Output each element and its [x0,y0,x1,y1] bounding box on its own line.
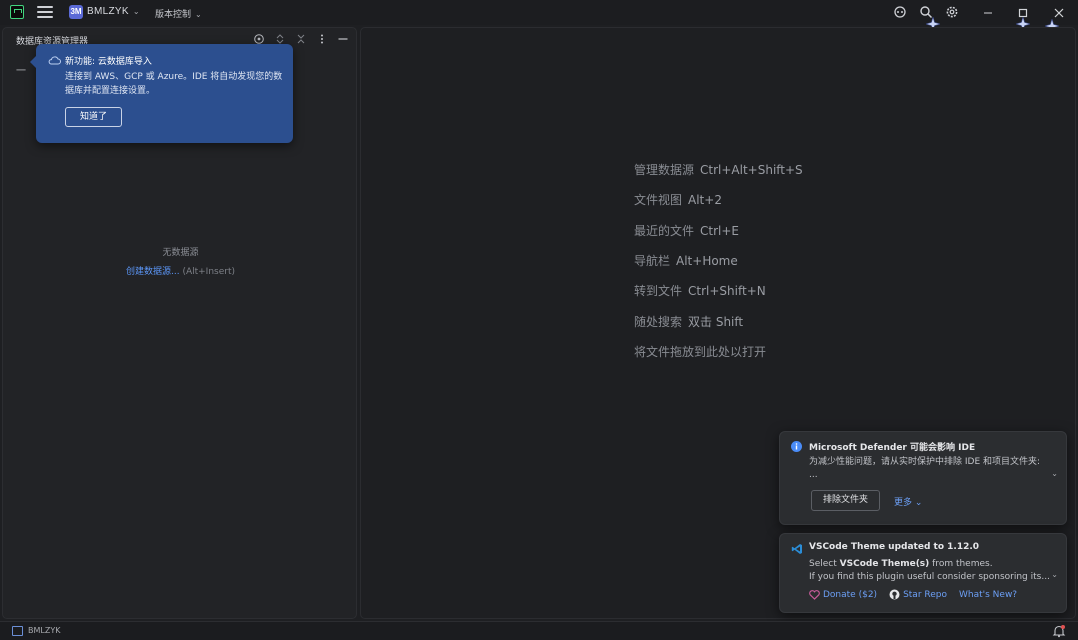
donate-link[interactable]: Donate ($2) [809,590,877,600]
notification-title: Microsoft Defender 可能会影响 IDE [809,443,976,453]
notification-body: 为减少性能问题，请从实时保护中排除 IDE 和项目文件夹: ... [809,456,1054,482]
more-vertical-icon [321,34,323,44]
minimize-icon [338,38,348,40]
hint-row: 文件视图 Alt+2 [634,191,722,208]
hint-label: 导航栏 [634,254,671,268]
notification-body-line: 为减少性能问题，请从实时保护中排除 IDE 和项目文件夹: [809,457,1041,467]
hint-row: 随处搜索 双击 Shift [634,313,743,330]
more-options-button[interactable] [315,32,329,46]
body-text: Select [809,559,840,569]
hint-label: 管理数据源 [634,163,695,177]
defender-notification: Microsoft Defender 可能会影响 IDE 为减少性能问题，请从实… [779,431,1067,525]
app-logo-icon[interactable] [10,5,24,19]
star-repo-label: Star Repo [903,589,947,600]
hint-shortcut: 双击 Shift [688,315,744,329]
star-repo-link[interactable]: Star Repo [889,589,947,600]
empty-state-text: 无数据源 [162,248,199,258]
more-actions-link[interactable]: 更多 ⌄ [894,495,922,508]
hint-row: 转到文件 Ctrl+Shift+N [634,282,766,299]
project-badge[interactable]: 3M [69,5,83,19]
empty-state-action: 创建数据源... (Alt+Insert) [3,264,358,277]
hint-row: 导航栏 Alt+Home [634,252,738,269]
hint-label: 将文件拖放到此处以打开 [634,345,767,359]
hint-label: 转到文件 [634,284,683,298]
callout-body: 连接到 AWS、GCP 或 Azure。IDE 将自动发现您的数据库并配置连接设… [65,72,283,96]
project-name: BMLZYK [87,6,129,17]
notification-body-ellipsis: ... [809,470,818,480]
hint-shortcut: Ctrl+Shift+N [688,284,766,298]
hint-shortcut: Ctrl+Alt+Shift+S [700,163,803,177]
copilot-icon[interactable] [893,5,907,19]
project-icon [12,626,23,636]
got-it-button[interactable]: 知道了 [65,107,122,127]
info-icon [791,441,802,452]
expand-chevron-icon[interactable]: ⌄ [1051,469,1058,478]
vcs-label: 版本控制 [155,10,192,20]
hint-shortcut: Alt+Home [676,254,738,268]
github-icon [889,589,900,600]
donate-label: Donate ($2) [823,589,878,600]
hint-shortcut: Alt+2 [688,193,722,207]
body-bold-text: VSCode Theme(s) [839,559,930,569]
collapse-all-button[interactable] [294,32,308,46]
hamburger-menu-icon[interactable] [37,5,53,19]
maximize-icon [1018,8,1028,17]
cloud-icon [48,56,61,65]
editor-empty-area: 管理数据源 Ctrl+Alt+Shift+S 文件视图 Alt+2 最近的文件 Ctr… [360,27,1076,619]
notifications-bell-icon[interactable] [1052,624,1066,638]
notification-title: VSCode Theme updated to 1.12.0 [809,542,980,552]
hint-label: 文件视图 [634,193,683,207]
exclude-folders-button[interactable]: 排除文件夹 [811,490,880,511]
body-text: from themes. [929,559,993,569]
settings-icon[interactable] [945,5,959,19]
close-icon [1054,8,1064,17]
minimize-button[interactable] [970,0,1006,25]
chevron-down-icon: ⌄ [132,7,140,16]
collapse-all-icon [297,34,305,44]
vcs-dropdown[interactable]: 版本控制 ⌄ [155,7,202,20]
hint-row: 最近的文件 Ctrl+E [634,222,739,239]
hint-label: 最近的文件 [634,224,695,238]
vscode-theme-notification: VSCode Theme updated to 1.12.0 Select VS… [779,533,1067,613]
heart-icon [809,589,820,600]
hint-label: 随处搜索 [634,315,683,329]
whats-new-link[interactable]: What's New? [959,590,1017,600]
notification-body-line: Select VSCode Theme(s) from themes. [809,558,1054,571]
tree-add-item[interactable]: 一 [16,62,26,77]
create-datasource-shortcut: (Alt+Insert) [182,267,236,277]
new-feature-callout: 新功能: 云数据库导入 连接到 AWS、GCP 或 Azure。IDE 将自动发… [30,44,293,143]
notification-body: Select VSCode Theme(s) from themes. If y… [809,558,1054,584]
status-bar: BMLZYK [0,621,1078,640]
minimize-icon [984,12,992,13]
vscode-icon [791,544,802,554]
expand-chevron-icon[interactable]: ⌄ [1051,570,1058,579]
hint-row: 管理数据源 Ctrl+Alt+Shift+S [634,161,803,178]
notification-body-line: If you find this plugin useful consider … [809,572,1050,582]
project-name-dropdown[interactable]: BMLZYK ⌄ [87,6,140,17]
hint-row: 将文件拖放到此处以打开 [634,343,766,360]
callout-title: 新功能: 云数据库导入 [65,57,152,67]
chevron-down-icon: ⌄ [195,10,202,19]
title-bar: 3M BMLZYK ⌄ 版本控制 ⌄ [0,0,1078,25]
create-datasource-link[interactable]: 创建数据源... [126,267,180,277]
hide-panel-button[interactable] [336,32,350,46]
status-project-name[interactable]: BMLZYK [28,626,60,635]
hint-shortcut: Ctrl+E [700,224,740,238]
notification-actions: Donate ($2) Star Repo What's New? [809,589,1017,600]
